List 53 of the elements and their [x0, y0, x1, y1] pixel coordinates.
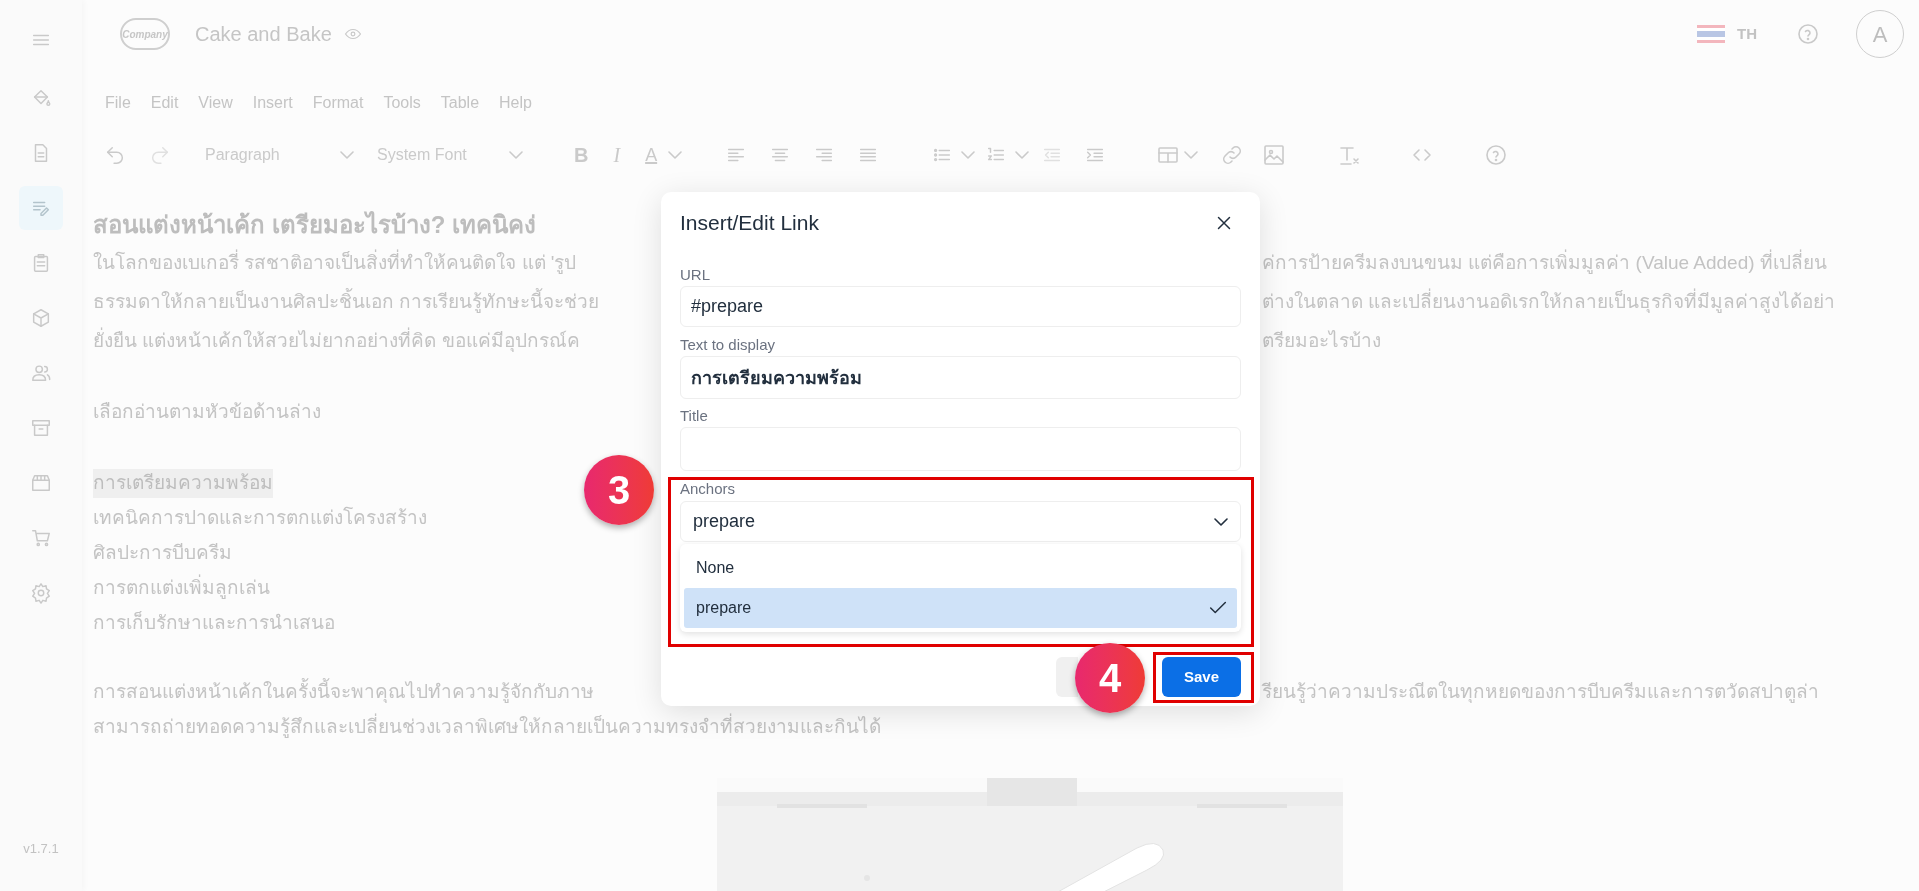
- users-icon: [30, 362, 52, 384]
- flag-icon: [1697, 25, 1725, 43]
- version-label: v1.7.1: [23, 839, 59, 858]
- archive-icon: [30, 417, 52, 439]
- select-field[interactable]: prepare: [680, 501, 1241, 542]
- document-heading: สอนแต่งหน้าเค้ก เตรียมอะไรบ้าง? เทคนิคง่: [93, 209, 536, 240]
- help-icon[interactable]: [1484, 143, 1509, 167]
- toc-link[interactable]: ศิลปะการบีบครีม: [93, 539, 232, 568]
- store-icon: [30, 472, 52, 494]
- chevron-down-icon[interactable]: [1184, 151, 1199, 159]
- toc-link[interactable]: เทคนิคการปาดและการตกแต่งโครงสร้าง: [93, 504, 427, 533]
- secondary-button[interactable]: [1056, 657, 1078, 697]
- sidebar-item[interactable]: [19, 186, 63, 230]
- language-button[interactable]: TH: [1737, 22, 1757, 46]
- field-label: Title: [680, 405, 709, 426]
- menu-item[interactable]: View: [198, 91, 233, 115]
- paragraph-text: ค่การป้ายครีมลงบนขนม แต่คือการเพิ่มมูลค่า (Value Added) ที่เปลี่ยน: [1262, 249, 1827, 278]
- chevron-down-icon: [1212, 517, 1230, 526]
- step-badge: 3: [584, 455, 654, 525]
- chevron-down-icon[interactable]: [667, 151, 684, 159]
- chevron-down-icon: [339, 151, 355, 159]
- cart-icon: [30, 527, 52, 549]
- input-field[interactable]: #prepare: [680, 286, 1241, 327]
- menu-item[interactable]: Table: [440, 91, 480, 115]
- save-button[interactable]: Save: [1162, 657, 1241, 697]
- undo-icon[interactable]: [104, 144, 126, 166]
- chevron-down-icon: [508, 151, 524, 159]
- dialog-title: Insert/Edit Link: [680, 210, 819, 237]
- chevron-down-icon[interactable]: [1015, 151, 1030, 159]
- menu-item[interactable]: Format: [312, 91, 364, 115]
- paragraph-text: รียนรู้ว่าความประณีตในทุกหยดของการบีบครีมและการตวัดสปาตูล่า: [1262, 680, 1819, 705]
- input-field[interactable]: การเตรียมความพร้อม: [680, 356, 1241, 399]
- help-icon[interactable]: [1796, 22, 1820, 46]
- menu-item[interactable]: Help: [499, 91, 532, 115]
- menu-item[interactable]: Edit: [150, 91, 179, 115]
- paragraph-text: ตรียมอะไรบ้าง: [1262, 329, 1381, 354]
- dropdown-option[interactable]: None: [684, 548, 1237, 588]
- toc-link[interactable]: การตกแต่งเพิ่มลูกเล่น: [93, 574, 270, 603]
- dropdown-option[interactable]: prepare: [684, 588, 1237, 628]
- field-label: Anchors: [680, 478, 737, 499]
- menu-item[interactable]: File: [105, 91, 131, 115]
- gear-icon: [30, 582, 52, 604]
- paragraph-text: ต่างในตลาด และเปลี่ยนงานอดิเรกให้กลายเป็นธุรกิจที่มีมูลค่าสูงได้อย่า: [1262, 288, 1836, 317]
- image-icon[interactable]: [1262, 143, 1287, 167]
- field-label: URL: [680, 264, 711, 285]
- field-label: Text to display: [680, 334, 777, 355]
- cube-icon: [30, 307, 52, 329]
- chevron-down-icon[interactable]: [961, 151, 976, 159]
- redo-icon[interactable]: [149, 144, 171, 166]
- menu-item[interactable]: Tools: [383, 91, 421, 115]
- menu-item[interactable]: Insert: [252, 91, 293, 115]
- toc-link[interactable]: การเก็บรักษาและการนำเสนอ: [93, 609, 335, 638]
- paragraph-text: เลือกอ่านตามหัวข้อด้านล่าง: [93, 400, 321, 425]
